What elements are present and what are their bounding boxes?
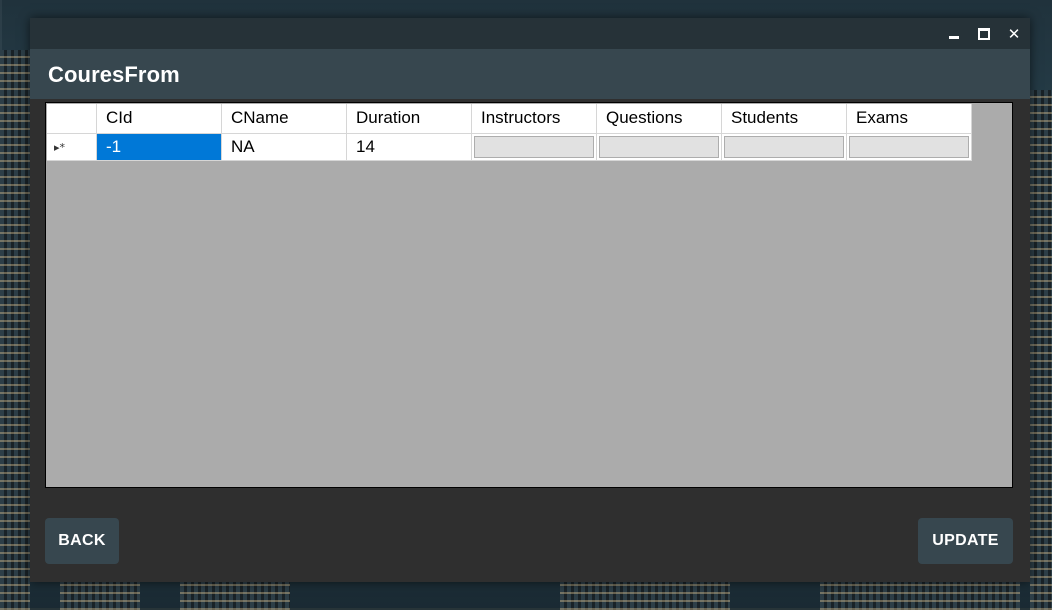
column-header-instructors[interactable]: Instructors <box>472 104 597 134</box>
back-button[interactable]: BACK <box>45 518 119 564</box>
cell-students <box>722 134 847 161</box>
building <box>820 582 1020 610</box>
grid-corner-header[interactable] <box>47 104 97 134</box>
column-header-cid[interactable]: CId <box>97 104 222 134</box>
cell-questions <box>597 134 722 161</box>
cell-instructors <box>472 134 597 161</box>
building <box>1030 90 1052 610</box>
cell-cname[interactable]: NA <box>222 134 347 161</box>
building <box>60 582 140 610</box>
questions-button[interactable] <box>599 136 719 158</box>
building <box>180 582 290 610</box>
column-header-students[interactable]: Students <box>722 104 847 134</box>
grid-header-row: CId CName Duration Instructors Questions… <box>47 104 972 134</box>
cell-exams <box>847 134 972 161</box>
cell-duration[interactable]: 14 <box>347 134 472 161</box>
row-header[interactable]: ▸* <box>47 134 97 161</box>
form-header: CouresFrom <box>30 49 1030 99</box>
minimize-bar <box>949 36 959 39</box>
maximize-icon[interactable] <box>974 24 994 44</box>
students-button[interactable] <box>724 136 844 158</box>
column-header-questions[interactable]: Questions <box>597 104 722 134</box>
building <box>0 50 30 610</box>
building <box>560 582 730 610</box>
exams-button[interactable] <box>849 136 969 158</box>
column-header-cname[interactable]: CName <box>222 104 347 134</box>
minimize-icon[interactable] <box>944 24 964 44</box>
title-bar[interactable]: ✕ <box>30 18 1030 49</box>
instructors-button[interactable] <box>474 136 594 158</box>
table-row[interactable]: ▸* -1 NA 14 <box>47 134 972 161</box>
maximize-box <box>978 28 990 40</box>
page-title: CouresFrom <box>48 62 180 87</box>
column-header-duration[interactable]: Duration <box>347 104 472 134</box>
close-icon[interactable]: ✕ <box>1004 24 1024 44</box>
courses-window: ✕ CouresFrom CId CName Duration Instruct… <box>30 18 1030 582</box>
new-row-marker-icon: ▸* <box>54 141 66 154</box>
cell-cid[interactable]: -1 <box>97 134 222 161</box>
column-header-exams[interactable]: Exams <box>847 104 972 134</box>
courses-data-grid[interactable]: CId CName Duration Instructors Questions… <box>45 102 1013 488</box>
update-button[interactable]: UPDATE <box>918 518 1013 564</box>
